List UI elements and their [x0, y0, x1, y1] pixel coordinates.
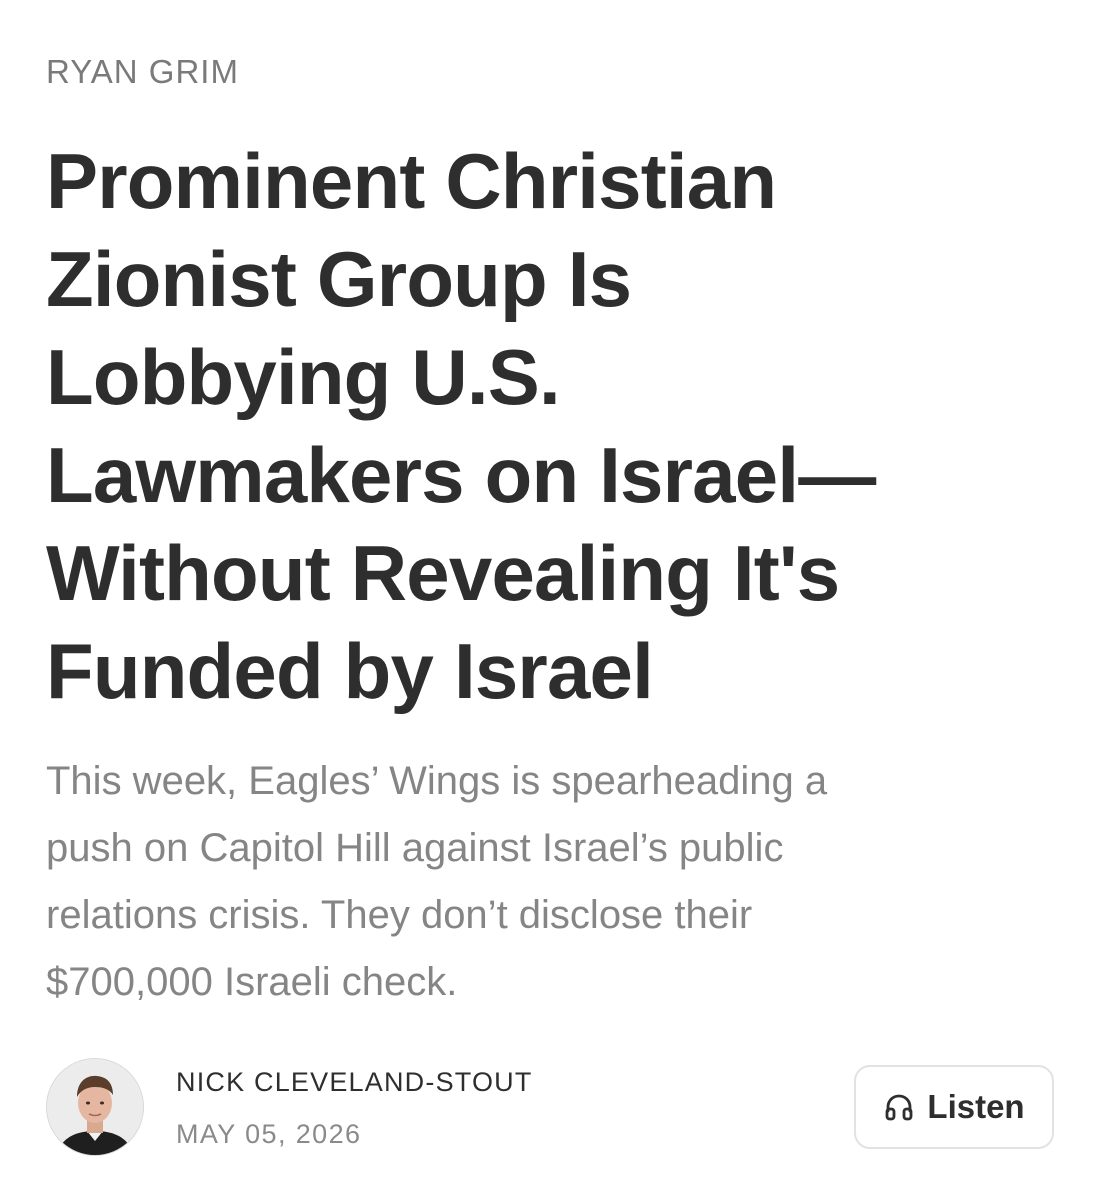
subtitle-line: This week, Eagles’ Wings is spearheading… [46, 759, 828, 803]
headline-line: Funded by Israel [46, 627, 654, 715]
listen-button[interactable]: Listen [854, 1065, 1054, 1149]
article-subtitle: This week, Eagles’ Wings is spearheading… [46, 748, 1051, 1016]
author-kicker[interactable]: RYAN GRIM [46, 52, 239, 92]
byline: NICK CLEVELAND-STOUT MAY 05, 2026 Listen [46, 1058, 1058, 1158]
headline-line: Lobbying U.S. [46, 333, 561, 421]
headphones-icon [883, 1091, 915, 1123]
subtitle-line: relations crisis. They don’t disclose th… [46, 893, 753, 937]
publish-date: MAY 05, 2026 [176, 1119, 362, 1149]
article-headline: Prominent Christian Zionist Group Is Lob… [46, 132, 1046, 720]
listen-label: Listen [927, 1088, 1025, 1125]
headline-line: Without Revealing It's [46, 529, 840, 617]
headline-line: Zionist Group Is [46, 235, 632, 323]
avatar-portrait-icon [47, 1059, 143, 1155]
headline-line: Lawmakers on Israel— [46, 431, 876, 519]
author-avatar[interactable] [46, 1058, 144, 1156]
subtitle-line: push on Capitol Hill against Israel’s pu… [46, 826, 784, 870]
author-name[interactable]: NICK CLEVELAND-STOUT [176, 1066, 533, 1098]
headline-line: Prominent Christian [46, 137, 777, 225]
subtitle-line: $700,000 Israeli check. [46, 960, 458, 1004]
